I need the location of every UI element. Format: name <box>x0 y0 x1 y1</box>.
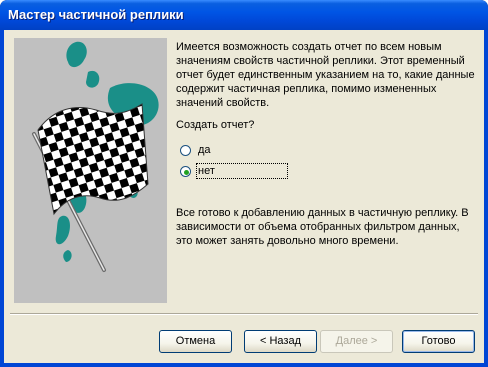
separator <box>10 313 478 315</box>
next-button[interactable]: Далее > <box>320 330 393 353</box>
wizard-window: Мастер частичной реплики Имеется возможн… <box>0 0 488 367</box>
report-description: Имеется возможность создать отчет по все… <box>176 41 475 109</box>
radio-selected-dot <box>184 170 189 175</box>
wizard-illustration <box>14 38 167 303</box>
window-frame-bottom <box>0 363 488 367</box>
back-button[interactable]: < Назад <box>244 330 317 353</box>
info-text: Все готово к добавлению данных в частичн… <box>176 207 469 247</box>
radio-no-label[interactable]: нет <box>198 165 215 177</box>
finish-button[interactable]: Готово <box>402 330 475 353</box>
cancel-button[interactable]: Отмена <box>159 330 232 353</box>
radio-yes-circle[interactable] <box>180 145 191 156</box>
checkered-flag-icon <box>32 41 159 272</box>
radio-no-circle[interactable] <box>180 166 191 177</box>
window-frame-right <box>484 30 488 367</box>
title-bar[interactable]: Мастер частичной реплики <box>0 0 488 30</box>
report-question: Создать отчет? <box>176 119 255 131</box>
dialog-body: Имеется возможность создать отчет по все… <box>4 30 484 363</box>
window-title: Мастер частичной реплики <box>8 7 184 22</box>
radio-yes-label[interactable]: да <box>198 144 211 156</box>
